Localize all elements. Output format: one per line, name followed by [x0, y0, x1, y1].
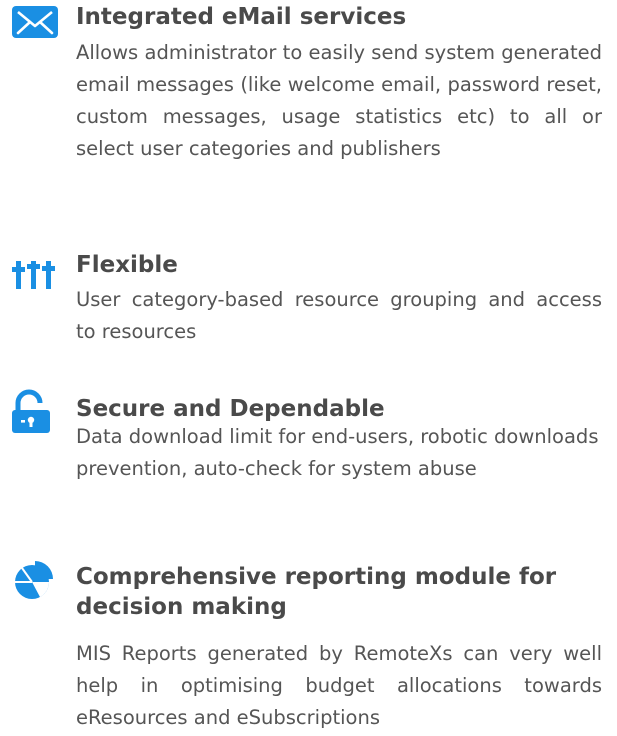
feature-title: Comprehensive reporting module for decis… [76, 564, 557, 620]
feature-title: Flexible [76, 252, 178, 278]
feature-description: Allows administrator to easily send syst… [76, 41, 602, 160]
pie-chart-icon [10, 560, 60, 600]
unlocked-padlock-icon [10, 389, 60, 433]
envelope-icon [10, 2, 60, 42]
feature-description: Data download limit for end-users, robot… [76, 425, 599, 480]
feature-title: Integrated eMail services [76, 4, 407, 30]
feature-description: MIS Reports generated by RemoteXs can ve… [76, 642, 602, 729]
sliders-icon [10, 253, 60, 293]
feature-title: Secure and Dependable [76, 396, 385, 422]
feature-description: User category-based resource grouping an… [76, 288, 602, 343]
